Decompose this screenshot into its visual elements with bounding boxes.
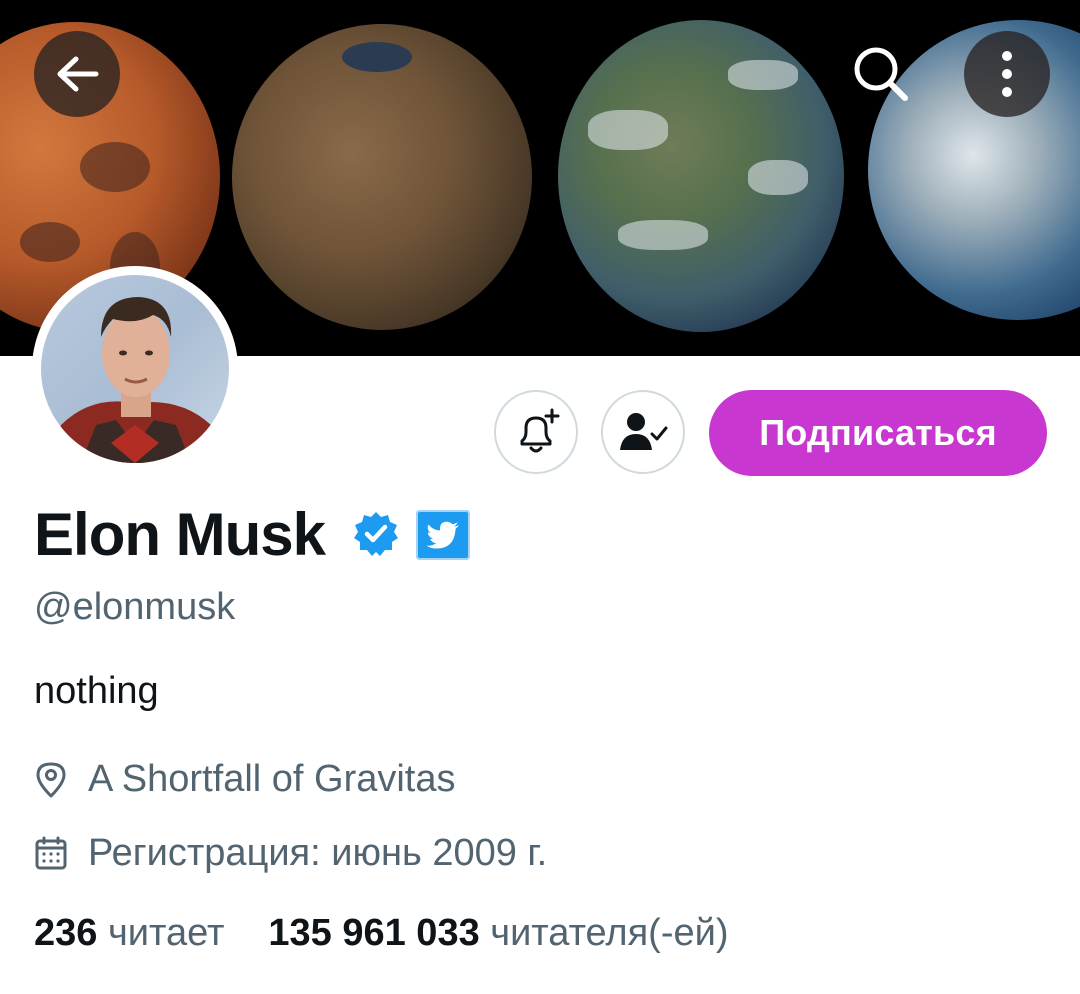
more-vertical-icon <box>1002 51 1012 97</box>
profile-handle: @elonmusk <box>34 586 236 628</box>
banner-planet-terraforming <box>558 20 844 332</box>
more-options-button[interactable] <box>964 31 1050 117</box>
verified-badge-icon <box>354 512 398 556</box>
location-pin-icon <box>36 762 66 797</box>
search-icon <box>854 47 908 101</box>
profile-bio: nothing <box>34 670 159 712</box>
following-status-button[interactable] <box>601 390 685 474</box>
back-button[interactable] <box>34 31 120 117</box>
profile-location: A Shortfall of Gravitas <box>34 758 456 801</box>
twitter-affiliation-icon[interactable] <box>416 510 470 560</box>
avatar-image <box>41 275 229 463</box>
arrow-left-icon <box>57 56 99 92</box>
followers-label: читателя(-ей) <box>490 912 729 954</box>
following-count: 236 <box>34 912 98 954</box>
profile-name: Elon Musk <box>34 501 326 568</box>
following-label: читает <box>107 912 225 954</box>
person-check-icon <box>620 413 668 450</box>
followers-count: 135 961 033 <box>268 912 480 954</box>
banner-planet-dusty <box>232 24 532 330</box>
subscribe-button[interactable]: Подписаться <box>709 390 1047 476</box>
profile-join-date: Регистрация: июнь 2009 г. <box>34 832 547 875</box>
profile-avatar[interactable] <box>32 266 238 472</box>
following-link[interactable]: 236 читает <box>34 912 224 954</box>
notifications-button[interactable] <box>494 390 578 474</box>
profile-stats: 236 читает 135 961 033 читателя(-ей) <box>34 912 729 955</box>
bell-plus-icon <box>520 408 560 453</box>
followers-link[interactable]: 135 961 033 читателя(-ей) <box>268 912 728 954</box>
calendar-icon <box>35 836 67 869</box>
search-button[interactable] <box>838 31 924 117</box>
location-text: A Shortfall of Gravitas <box>88 758 456 800</box>
join-date-text: Регистрация: июнь 2009 г. <box>88 832 548 874</box>
